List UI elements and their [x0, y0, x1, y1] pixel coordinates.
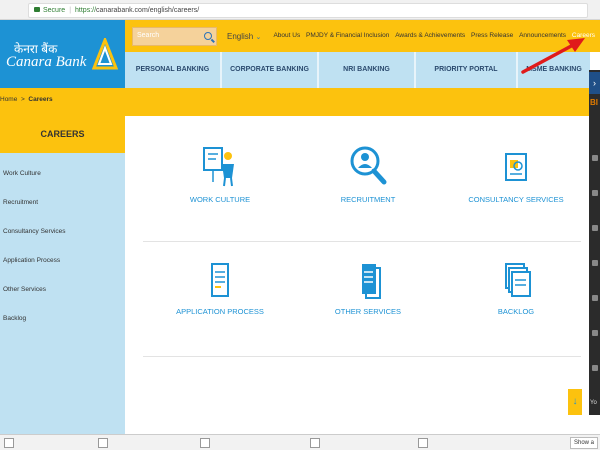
card-recruitment[interactable]: RECRUITMENT: [303, 144, 433, 206]
show-all-button[interactable]: Show a: [570, 437, 598, 449]
card-other-services[interactable]: OTHER SERVICES: [303, 262, 433, 318]
language-label: English: [227, 32, 254, 41]
card-work-culture[interactable]: WORK CULTURE: [155, 144, 285, 206]
tool-icon[interactable]: [592, 365, 598, 371]
card-label: APPLICATION PROCESS: [176, 307, 264, 316]
tool-icon[interactable]: [592, 190, 598, 196]
search-icon[interactable]: [204, 32, 212, 40]
top-link-about[interactable]: About Us: [273, 32, 300, 39]
download-file-icon[interactable]: [200, 438, 210, 448]
browser-toolbar: Secure | https://canarabank.com/english/ca…: [0, 0, 600, 20]
annotation-arrow-icon: [521, 38, 585, 74]
side-toolbar: › BI Yo: [589, 70, 600, 415]
logo[interactable]: केनरा बैंक Canara Bank: [0, 20, 125, 88]
sidebar-item-backlog[interactable]: Backlog: [3, 315, 26, 322]
toolbar-top-text: BI: [590, 98, 598, 107]
nav-personal-banking[interactable]: PERSONAL BANKING: [125, 52, 222, 88]
card-label: CONSULTANCY SERVICES: [468, 195, 564, 204]
card-label: BACKLOG: [497, 307, 535, 316]
breadcrumb-current: Careers: [28, 96, 53, 103]
stack-icon: [505, 263, 531, 297]
sidebar-title: CAREERS: [0, 116, 125, 153]
sidebar-item-other-services[interactable]: Other Services: [3, 286, 46, 293]
card-label: RECRUITMENT: [340, 195, 396, 204]
sidebar: CAREERS Work Culture Recruitment Consult…: [0, 116, 125, 434]
downloads-bar: Show a: [0, 434, 600, 450]
breadcrumb: Home > Careers: [0, 88, 590, 116]
url-path: canarabank.com/english/careers/: [96, 7, 200, 14]
download-file-icon[interactable]: [418, 438, 428, 448]
consultancy-icon: [505, 153, 527, 181]
documents-icon: [362, 264, 381, 299]
download-file-icon[interactable]: [98, 438, 108, 448]
lock-icon: [34, 7, 40, 12]
breadcrumb-home[interactable]: Home: [0, 96, 17, 103]
arrow-down-icon: ↓: [572, 396, 578, 407]
search-input[interactable]: Search: [132, 27, 217, 46]
tool-icon[interactable]: [592, 330, 598, 336]
download-file-icon[interactable]: [4, 438, 14, 448]
tool-icon[interactable]: [592, 295, 598, 301]
work-culture-icon: [203, 147, 234, 187]
secure-label: Secure: [43, 7, 66, 14]
card-consultancy[interactable]: CONSULTANCY SERVICES: [451, 146, 581, 206]
download-file-icon[interactable]: [310, 438, 320, 448]
divider: [143, 356, 581, 357]
logo-text: Canara Bank: [6, 54, 87, 70]
tool-icon[interactable]: [592, 260, 598, 266]
card-application-process[interactable]: APPLICATION PROCESS: [155, 262, 285, 318]
scroll-down-button[interactable]: ↓: [568, 389, 582, 415]
chevron-down-icon: ⌄: [255, 34, 262, 41]
breadcrumb-separator: >: [20, 96, 25, 103]
card-label: OTHER SERVICES: [334, 307, 402, 316]
divider: [143, 241, 581, 242]
sidebar-item-recruitment[interactable]: Recruitment: [3, 199, 38, 206]
top-link-awards[interactable]: Awards & Achievements: [395, 32, 465, 39]
toolbar-bottom-text: Yo: [590, 400, 597, 406]
address-bar[interactable]: Secure | https://canarabank.com/english/ca…: [28, 3, 588, 18]
card-backlog[interactable]: BACKLOG: [451, 260, 581, 318]
url-scheme: https://: [75, 7, 97, 14]
tool-icon[interactable]: [592, 225, 598, 231]
top-link-press[interactable]: Press Release: [471, 32, 513, 39]
careers-content: WORK CULTURE RECRUITMENT CONSULTANCY SER…: [125, 116, 590, 434]
nav-corporate-banking[interactable]: CORPORATE BANKING: [222, 52, 319, 88]
card-label: WORK CULTURE: [189, 195, 251, 204]
search-placeholder: Search: [137, 32, 160, 39]
top-link-pmjdy[interactable]: PMJDY & Financial Inclusion: [306, 32, 389, 39]
canara-logo-icon: [92, 38, 118, 70]
tool-icon[interactable]: [592, 155, 598, 161]
sidebar-item-consultancy[interactable]: Consultancy Services: [3, 228, 66, 235]
sidebar-item-work-culture[interactable]: Work Culture: [3, 170, 41, 177]
language-select[interactable]: English ⌄: [227, 32, 261, 41]
sidebar-item-application[interactable]: Application Process: [3, 257, 60, 264]
nav-nri-banking[interactable]: NRI BANKING: [319, 52, 416, 88]
document-icon: [211, 263, 229, 297]
nav-priority-portal[interactable]: PRIORITY PORTAL: [416, 52, 518, 88]
magnifier-person-icon: [350, 146, 387, 185]
